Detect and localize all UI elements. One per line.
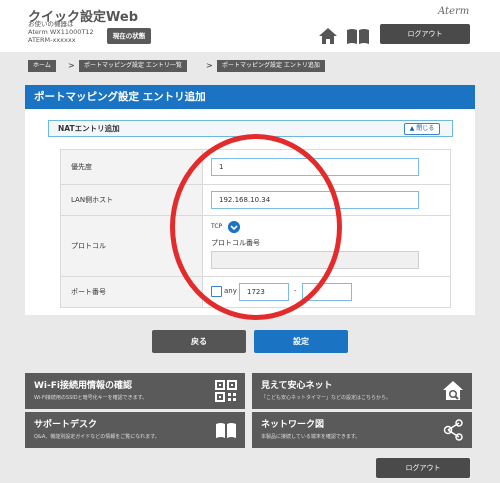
section-title: NATエントリ追加 [58,124,120,133]
tile-title: 見えて安心ネット [261,381,333,391]
tile-network-map[interactable]: ネットワーク図 本製品に接続している端末を確認できます。 [252,412,472,448]
qr-code-icon [215,380,237,402]
page-title: ポートマッピング設定 エントリ追加 [25,85,475,109]
tile-description: Wi-Fi接続用のSSIDと暗号化キーを確認できます。 [34,395,148,401]
tile-wifi-info[interactable]: Wi-Fi接続用情報の確認 Wi-Fi接続用のSSIDと暗号化キーを確認できます… [25,373,245,409]
network-icon [443,419,463,441]
book-icon [216,423,236,438]
tile-description: 本製品に接続している端末を確認できます。 [261,434,361,440]
brand-logo: Aterm [438,6,470,17]
tile-safety-net[interactable]: 見えて安心ネット 「こども安心ネットタイマー」などの設定はこちらから。 [252,373,472,409]
logout-button-bottom[interactable]: ログアウト [376,458,470,478]
chevron-up-icon: ▲ [409,125,415,132]
tile-support-desk[interactable]: サポートデスク Q&A、機能別設定ガイドなどの情報をご覧になれます。 [25,412,245,448]
device-label: お使いの機器は [28,20,74,28]
header: クイック設定Web お使いの機器は Aterm WX11000T12 ATERM… [0,0,500,52]
port-label: ポート番号 [60,276,203,308]
home-icon[interactable] [318,27,338,45]
tile-description: 「こども安心ネットタイマー」などの設定はこちらから。 [261,395,392,401]
apply-button[interactable]: 設定 [254,330,348,353]
tile-description: Q&A、機能別設定ガイドなどの情報をご覧になれます。 [34,434,160,440]
logout-button[interactable]: ログアウト [380,24,470,44]
breadcrumb-separator: > [68,61,75,70]
collapse-button[interactable]: ▲ 閉じる [404,123,440,135]
device-serial: ATERM-xxxxxx [28,36,76,44]
highlight-circle [170,134,342,320]
breadcrumb-home[interactable]: ホーム [28,60,56,72]
tile-title: サポートデスク [34,420,98,430]
current-status-button[interactable]: 現在の状態 [107,28,151,44]
breadcrumb-separator: > [206,61,213,70]
tile-title: Wi-Fi接続用情報の確認 [34,381,132,391]
device-model: Aterm WX11000T12 [28,28,94,36]
breadcrumb-current: ポートマッピング設定 エントリ追加 [217,60,325,72]
tile-title: ネットワーク図 [261,420,325,430]
home-search-icon [443,381,463,400]
collapse-label: 閉じる [416,125,435,132]
manual-book-icon[interactable] [346,27,370,45]
breadcrumb-entry-list[interactable]: ポートマッピング設定 エントリ一覧 [79,60,187,72]
back-button[interactable]: 戻る [152,330,246,353]
